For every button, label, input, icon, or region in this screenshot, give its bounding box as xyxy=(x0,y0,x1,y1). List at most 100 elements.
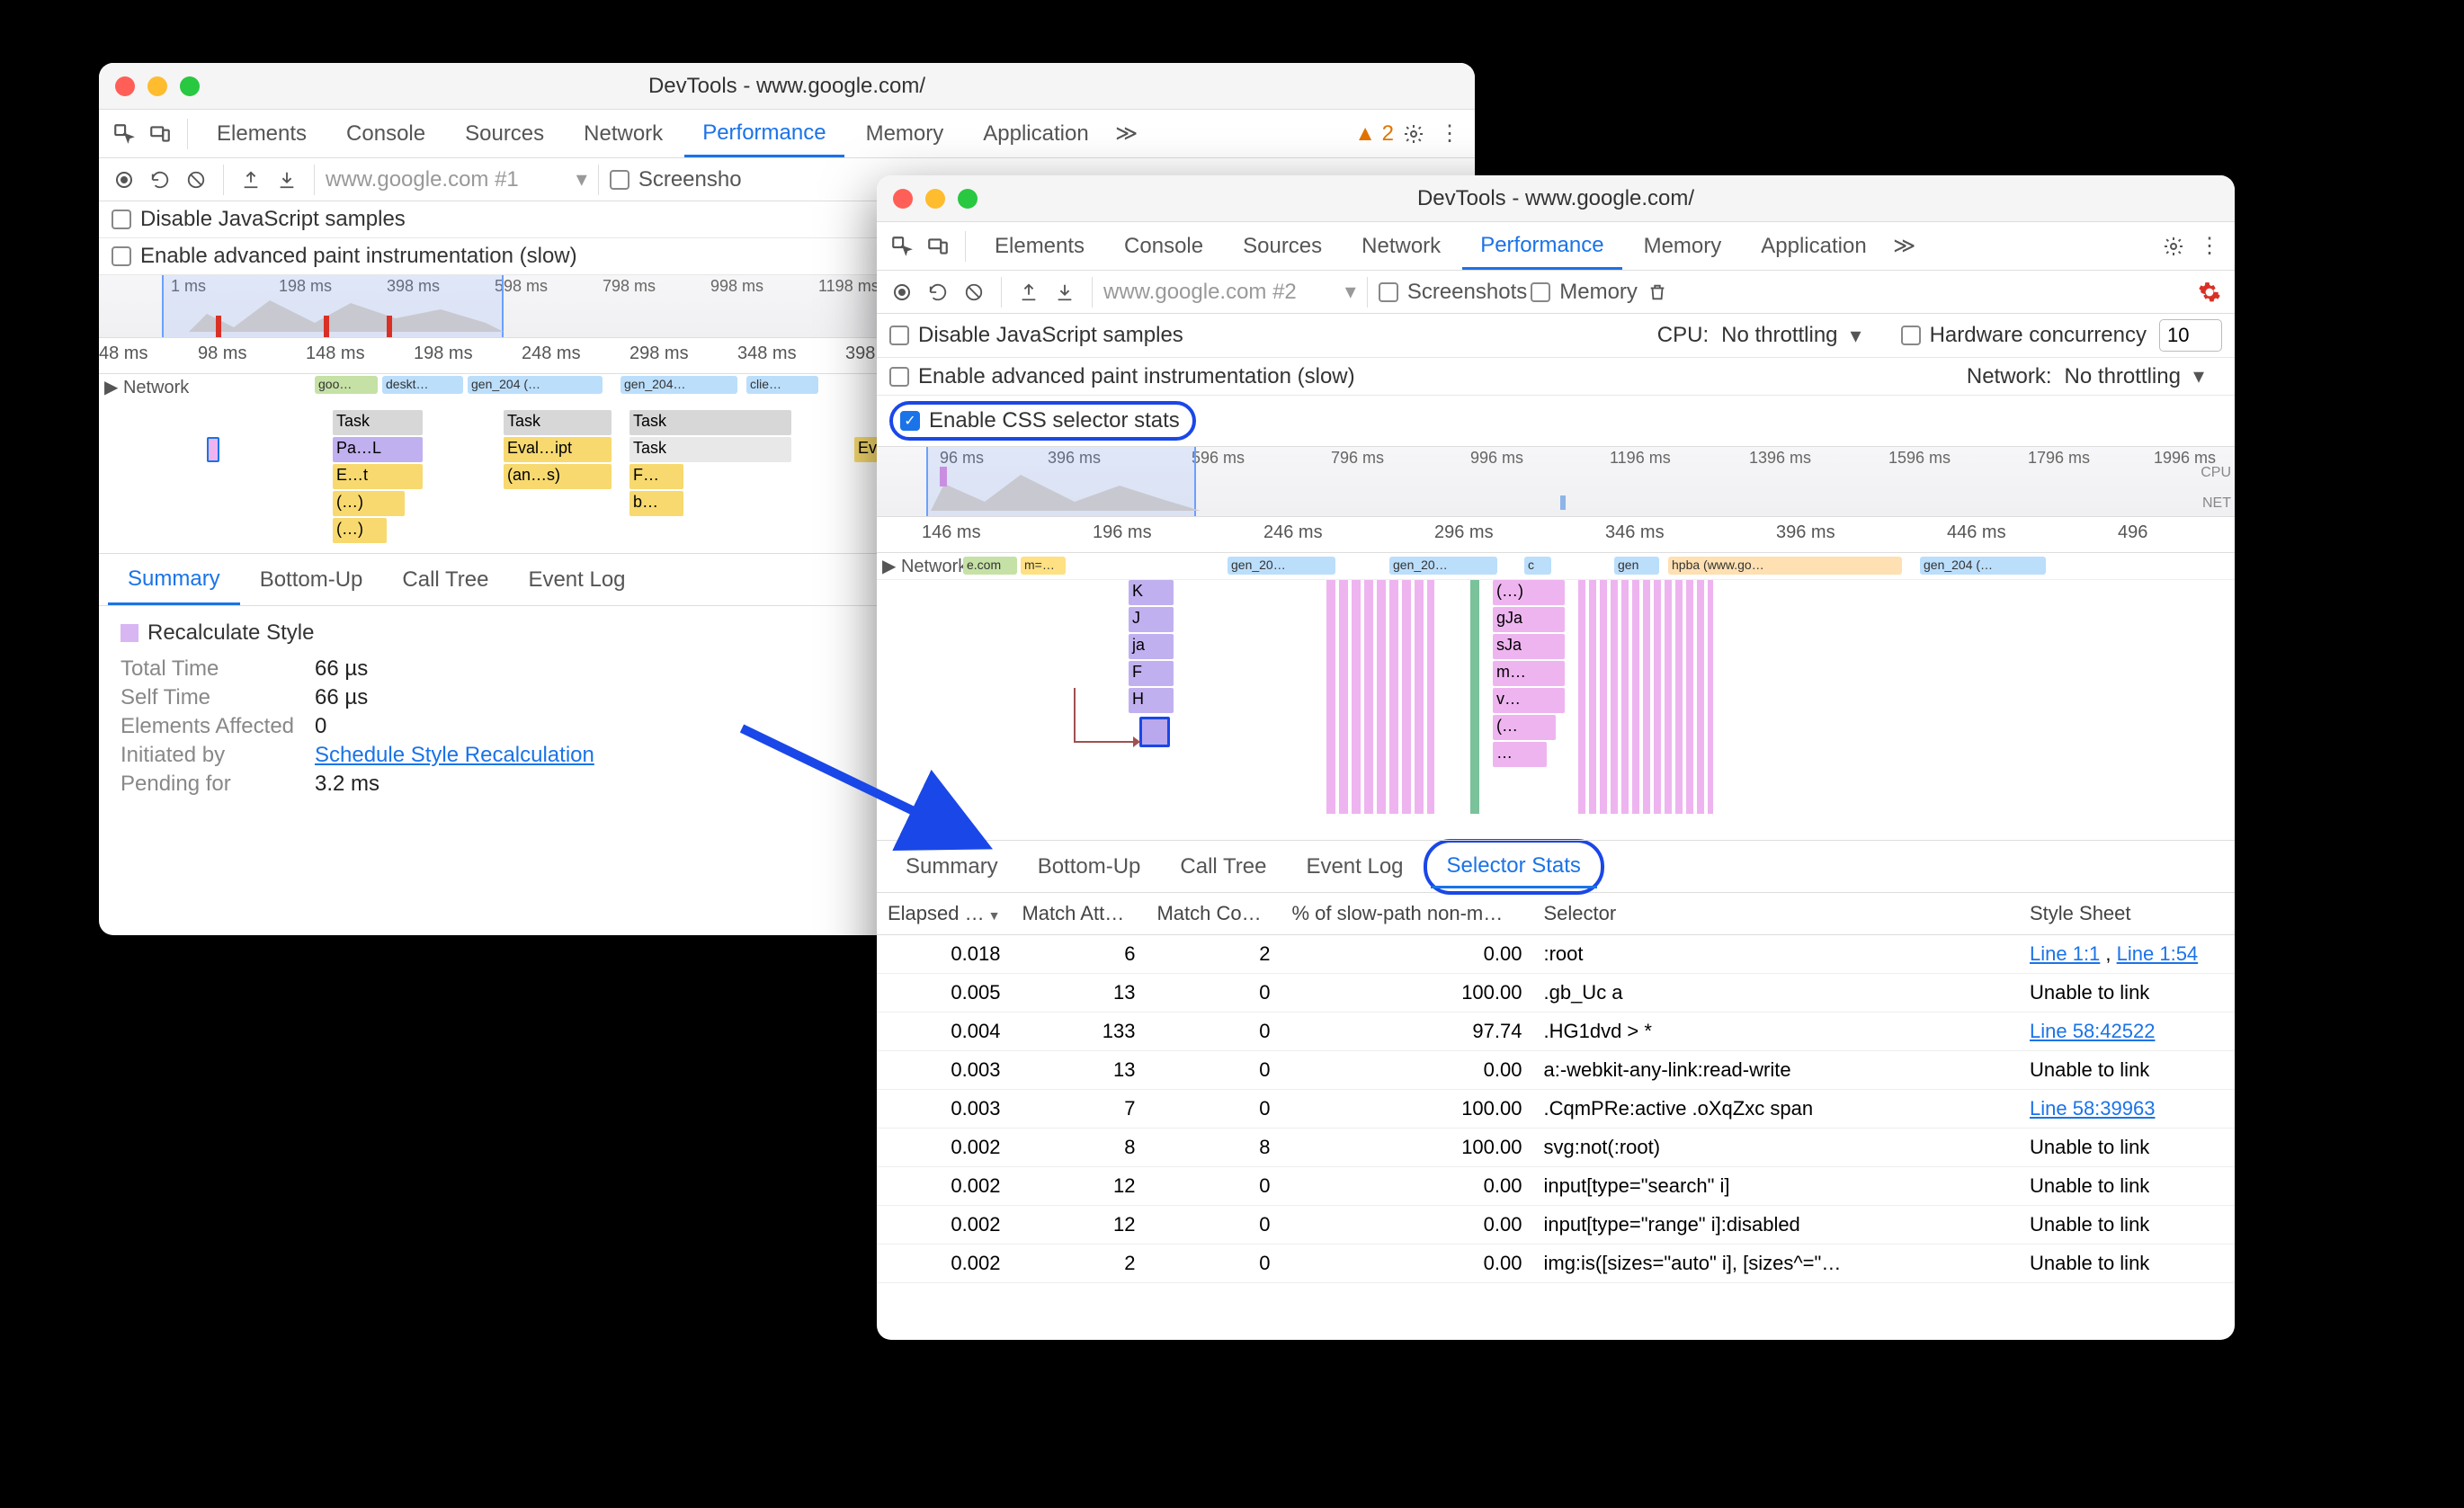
net-item[interactable]: clie… xyxy=(746,376,818,394)
device-toggle-icon[interactable] xyxy=(922,230,954,263)
col-stylesheet[interactable]: Style Sheet xyxy=(2019,893,2235,935)
screenshots-checkbox[interactable]: Screenshots xyxy=(1379,280,1527,305)
table-row[interactable]: 0.0021200.00input[type="range" i]:disabl… xyxy=(877,1206,2235,1245)
flame-block[interactable]: ja xyxy=(1129,634,1174,659)
tab-application[interactable]: Application xyxy=(1743,225,1884,268)
btab-summary[interactable]: Summary xyxy=(886,843,1018,890)
paint-instr-checkbox[interactable]: Enable advanced paint instrumentation (s… xyxy=(112,244,577,269)
device-toggle-icon[interactable] xyxy=(144,118,176,150)
minimize-icon[interactable] xyxy=(925,189,945,209)
screenshots-checkbox[interactable]: Screensho xyxy=(610,167,742,192)
net-item[interactable]: deskt… xyxy=(382,376,463,394)
flame-block[interactable]: Task xyxy=(333,410,423,435)
table-row[interactable]: 0.0031300.00a:-webkit-any-link:read-writ… xyxy=(877,1051,2235,1090)
hw-concurrency-input[interactable] xyxy=(2159,319,2222,352)
col-selector[interactable]: Selector xyxy=(1532,893,2019,935)
btab-calltree[interactable]: Call Tree xyxy=(1160,843,1286,890)
tab-sources[interactable]: Sources xyxy=(447,112,562,156)
flame-block[interactable]: v… xyxy=(1493,688,1565,713)
upload-icon[interactable] xyxy=(235,164,267,196)
stylesheet-link[interactable]: Line 58:39963 xyxy=(2030,1097,2155,1120)
flame-block[interactable]: Task xyxy=(629,410,791,435)
btab-summary[interactable]: Summary xyxy=(108,556,240,605)
btab-eventlog[interactable]: Event Log xyxy=(1286,843,1423,890)
flame-block[interactable]: (an…s) xyxy=(504,464,612,489)
reload-icon[interactable] xyxy=(144,164,176,196)
flame-block[interactable]: Task xyxy=(629,437,791,462)
inspect-icon[interactable] xyxy=(886,230,918,263)
flame-block[interactable]: F xyxy=(1129,661,1174,686)
table-row[interactable]: 0.004133097.74.HG1dvd > *Line 58:42522 xyxy=(877,1013,2235,1051)
tab-sources[interactable]: Sources xyxy=(1225,225,1340,268)
net-item[interactable]: gen_204 (… xyxy=(1920,557,2046,575)
tab-performance[interactable]: Performance xyxy=(684,112,844,157)
hw-concurrency-checkbox[interactable]: Hardware concurrency xyxy=(1901,323,2147,348)
cpu-value[interactable]: No throttling xyxy=(1721,323,1837,348)
flame-block[interactable]: gJa xyxy=(1493,607,1565,632)
tab-network[interactable]: Network xyxy=(1344,225,1459,268)
net-item[interactable]: hpba (www.go… xyxy=(1668,557,1902,575)
stylesheet-cell[interactable]: Line 58:42522 xyxy=(2019,1013,2235,1051)
table-row[interactable]: 0.00288100.00svg:not(:root)Unable to lin… xyxy=(877,1129,2235,1167)
flame-block[interactable]: K xyxy=(1129,580,1174,605)
download-icon[interactable] xyxy=(1049,276,1081,308)
btab-bottomup[interactable]: Bottom-Up xyxy=(1018,843,1161,890)
clear-icon[interactable] xyxy=(180,164,212,196)
chevron-down-icon[interactable]: ▾ xyxy=(1851,323,1861,349)
flame-block[interactable]: (…) xyxy=(333,491,405,516)
disable-js-checkbox[interactable]: Disable JavaScript samples xyxy=(889,323,1183,348)
flame-block[interactable]: Task xyxy=(504,410,612,435)
warnings-badge[interactable]: ▲ 2 xyxy=(1354,121,1394,147)
col-match-co[interactable]: Match Co… xyxy=(1146,893,1281,935)
tab-elements[interactable]: Elements xyxy=(199,112,325,156)
titlebar[interactable]: DevTools - www.google.com/ xyxy=(877,175,2235,222)
tab-console[interactable]: Console xyxy=(1106,225,1221,268)
net-item[interactable]: e.com xyxy=(963,557,1017,575)
memory-checkbox[interactable]: Memory xyxy=(1531,280,1638,305)
net-item[interactable]: c xyxy=(1524,557,1551,575)
net-item[interactable]: goo… xyxy=(315,376,378,394)
titlebar[interactable]: DevTools - www.google.com/ xyxy=(99,63,1475,110)
stylesheet-link[interactable]: Line 1:1 xyxy=(2030,942,2100,965)
trash-icon[interactable] xyxy=(1641,276,1674,308)
flame-block[interactable]: (… xyxy=(1493,715,1556,740)
initiated-link[interactable]: Schedule Style Recalculation xyxy=(315,743,594,768)
profile-select[interactable]: www.google.com #1 xyxy=(326,167,519,192)
more-tabs-icon[interactable]: ≫ xyxy=(1888,230,1921,263)
more-tabs-icon[interactable]: ≫ xyxy=(1111,118,1143,150)
record-icon[interactable] xyxy=(108,164,140,196)
paint-instr-checkbox[interactable]: Enable advanced paint instrumentation (s… xyxy=(889,364,1355,389)
btab-bottomup[interactable]: Bottom-Up xyxy=(240,557,383,603)
kebab-icon[interactable]: ⋮ xyxy=(2193,230,2226,263)
network-value[interactable]: No throttling xyxy=(2065,364,2181,389)
flame-block[interactable]: F… xyxy=(629,464,683,489)
tab-memory[interactable]: Memory xyxy=(848,112,962,156)
net-item[interactable]: gen xyxy=(1614,557,1659,575)
flame-block[interactable]: (…) xyxy=(333,518,387,543)
flame-block[interactable]: (…) xyxy=(1493,580,1565,605)
record-icon[interactable] xyxy=(886,276,918,308)
reload-icon[interactable] xyxy=(922,276,954,308)
tab-performance[interactable]: Performance xyxy=(1462,224,1621,270)
btab-eventlog[interactable]: Event Log xyxy=(508,557,645,603)
flame-block[interactable]: sJa xyxy=(1493,634,1565,659)
net-item[interactable]: gen_20… xyxy=(1228,557,1335,575)
minimize-icon[interactable] xyxy=(147,76,167,96)
table-row[interactable]: 0.005130100.00.gb_Uc aUnable to link xyxy=(877,974,2235,1013)
table-row[interactable]: 0.0021200.00input[type="search" i]Unable… xyxy=(877,1167,2235,1206)
zoom-icon[interactable] xyxy=(958,189,978,209)
profile-select[interactable]: www.google.com #2 xyxy=(1103,280,1297,305)
chevron-down-icon[interactable]: ▾ xyxy=(576,166,587,192)
net-item[interactable]: m=… xyxy=(1021,557,1066,575)
stylesheet-link[interactable]: Line 1:54 xyxy=(2117,942,2199,965)
flame-block[interactable]: b… xyxy=(629,491,683,516)
tab-memory[interactable]: Memory xyxy=(1626,225,1740,268)
zoom-icon[interactable] xyxy=(180,76,200,96)
col-match-att[interactable]: Match Att… xyxy=(1011,893,1146,935)
table-row[interactable]: 0.018620.00:rootLine 1:1 , Line 1:54 xyxy=(877,935,2235,974)
stylesheet-link[interactable]: Line 58:42522 xyxy=(2030,1020,2155,1042)
upload-icon[interactable] xyxy=(1013,276,1045,308)
overview-timeline[interactable]: 96 ms 396 ms 596 ms 796 ms 996 ms 1196 m… xyxy=(877,447,2235,517)
tab-network[interactable]: Network xyxy=(566,112,681,156)
net-item[interactable]: gen_204 (… xyxy=(468,376,603,394)
